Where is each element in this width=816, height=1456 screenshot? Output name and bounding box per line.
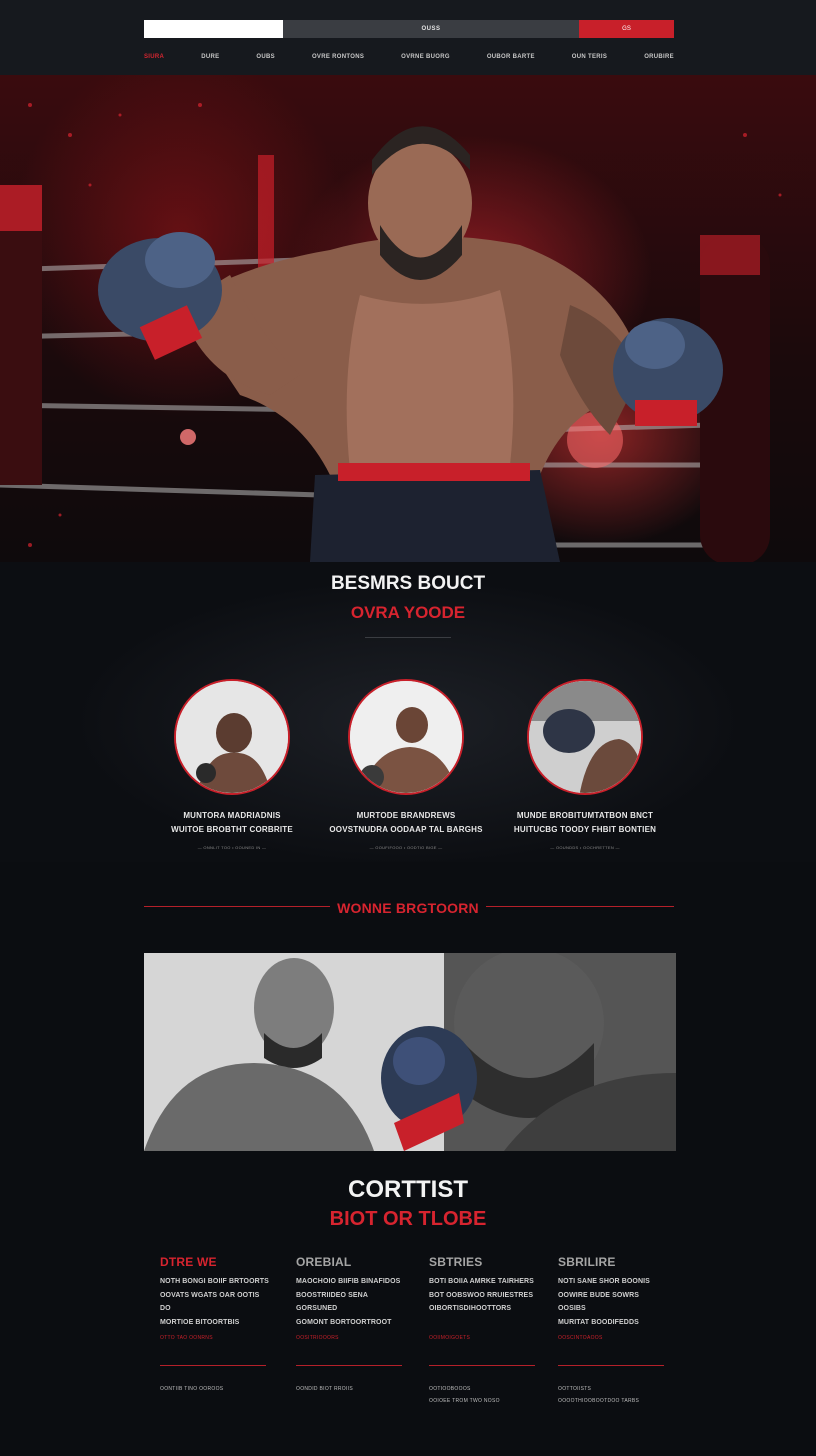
divider-line-left xyxy=(144,906,334,907)
column-1-line-2: OOVATS WGATS OAR OOTIS DO xyxy=(160,1291,260,1313)
about-title: BESMRS BOUCT xyxy=(330,573,486,594)
column-2-rule xyxy=(296,1365,402,1366)
column-4-foot-line-2: OOOOTHIOOBOOTDOO TARBS xyxy=(558,1398,640,1404)
column-1-foot: OONTIIB TINO OOROOS xyxy=(160,1383,223,1395)
column-4-line-1: NOTI SANE SHOR BOONIS xyxy=(558,1278,650,1285)
column-1-foot-line-1: OONTIIB TINO OOROOS xyxy=(160,1386,224,1392)
card-1-meta: — ONNLIT TOO • OOUNED IN — xyxy=(197,845,267,850)
profile-card-1[interactable]: MUNTORA MADRIADNIS WUITOE BROBTHT CORBRI… xyxy=(142,676,322,856)
card-3-line-1: MUNDE BROBITUMTATBON BNCT xyxy=(516,811,654,820)
column-2-foot-line-1: OONDID BIOT RROIIS xyxy=(296,1386,353,1392)
search-button[interactable]: GS xyxy=(579,20,674,38)
card-2-line-2: OOVSTNUDRA OODAAP TAL BARGHS xyxy=(329,825,483,834)
column-1-body: NOTH BONGI BOIIF BRTOORTS OOVATS WGATS O… xyxy=(160,1275,270,1329)
column-1-title: DTRE WE xyxy=(160,1255,217,1269)
column-2-title: OREBIAL xyxy=(296,1255,352,1269)
column-4-line-3: MURITAT BOODIFEDDS xyxy=(558,1318,639,1326)
nav-item-5[interactable]: OVRNE BUORG xyxy=(401,54,450,60)
nav-item-1[interactable]: SIURA xyxy=(144,54,164,60)
column-3-title: SBTRIES xyxy=(429,1255,483,1269)
column-4-rule xyxy=(558,1365,664,1366)
search-category[interactable]: OUSS xyxy=(283,20,579,38)
about-subtitle: OVRA YOODE xyxy=(350,603,466,622)
column-3-line-1: BOTI BOIIA AMRKE TAIRHERS xyxy=(429,1278,534,1285)
contact-columns: DTRE WE NOTH BONGI BOIIF BRTOORTS OOVATS… xyxy=(160,1255,664,1415)
boxer-hero-illustration xyxy=(0,103,782,562)
card-2-line-1: MURTODE BRANDREWS xyxy=(356,811,456,820)
column-4-title: SBRILIRE xyxy=(558,1255,616,1269)
card-3-meta: — OOUNDDS • OOCHRETTEN — xyxy=(550,845,620,850)
column-3-rule xyxy=(429,1365,535,1366)
about-rule xyxy=(365,637,451,638)
card-1-line-1: MUNTORA MADRIADNIS xyxy=(183,811,281,820)
contact-subtitle: BIOT OR TLOBE xyxy=(329,1208,487,1230)
column-3-link[interactable]: OOIIMOIGOETS xyxy=(429,1335,470,1341)
profile-card-2[interactable]: MURTODE BRANDREWS OOVSTNUDRA OODAAP TAL … xyxy=(316,676,496,856)
column-2-line-2: BOOSTRIIDEO SENA GORSUNED xyxy=(296,1291,368,1313)
divider-line-right xyxy=(482,906,674,907)
column-3-line-2: BOT OOBSWOO RRUIESTRES xyxy=(429,1291,534,1299)
fighters-banner-image xyxy=(144,953,676,1151)
column-3-line-3: OIBORTISDIHOOTTORS xyxy=(429,1305,512,1312)
card-2-meta: — OOUFIFOOO • OODTIO BIGE — xyxy=(369,845,443,850)
column-4-foot-line-1: OOTTOIISTS xyxy=(558,1386,592,1392)
column-2-foot: OONDID BIOT RROIIS xyxy=(296,1383,353,1395)
hero-image xyxy=(0,75,816,562)
search-bar: OUSS GS xyxy=(144,20,674,38)
contact-column-4: SBRILIRE NOTI SANE SHOR BOONIS OOWIRE BU… xyxy=(558,1255,668,1329)
column-4-body: NOTI SANE SHOR BOONIS OOWIRE BUDE SOWRS … xyxy=(558,1275,668,1329)
column-2-body: MAOCHOIO BIIFIB BINAFIDOS BOOSTRIIDEO SE… xyxy=(296,1275,406,1329)
site-header: OUSS GS SIURA DURE OUBS OVRE RONTONS OVR… xyxy=(0,0,816,75)
column-3-foot-line-1: OOTIOOBOOOS xyxy=(429,1386,471,1392)
nav-item-4[interactable]: OVRE RONTONS xyxy=(312,54,364,60)
column-1-link[interactable]: OTTO TAO OONRNS xyxy=(160,1335,213,1341)
column-3-body: BOTI BOIIA AMRKE TAIRHERS BOT OOBSWOO RR… xyxy=(429,1275,539,1316)
contact-title: CORTTIST xyxy=(348,1176,468,1203)
nav-item-2[interactable]: DURE xyxy=(201,54,219,60)
nav-item-3[interactable]: OUBS xyxy=(256,54,275,60)
profile-photo-3 xyxy=(527,679,643,795)
column-1-line-3: MORTIOE BITOORTBIS xyxy=(160,1318,240,1326)
column-2-link[interactable]: OOSITRIOOORS xyxy=(296,1335,339,1341)
contact-column-1: DTRE WE NOTH BONGI BOIIF BRTOORTS OOVATS… xyxy=(160,1255,270,1329)
column-4-line-2: OOWIRE BUDE SOWRS OOSIBS xyxy=(558,1291,640,1313)
profile-card-3[interactable]: MUNDE BROBITUMTATBON BNCT HUITUCBG TOODY… xyxy=(495,676,675,856)
column-3-foot: OOTIOOBOOOS OOIOEE TROM TWO NOSO xyxy=(429,1383,500,1407)
column-2-line-3: GOMONT BORTOORTROOT xyxy=(296,1318,392,1326)
divider-title: WONNE BRGTOORN xyxy=(330,900,486,916)
search-input[interactable] xyxy=(144,20,283,38)
column-1-rule xyxy=(160,1365,266,1366)
column-4-foot: OOTTOIISTS OOOOTHIOOBOOTDOO TARBS xyxy=(558,1383,639,1407)
card-1-line-2: WUITOE BROBTHT CORBRITE xyxy=(171,825,293,834)
column-2-line-1: MAOCHOIO BIIFIB BINAFIDOS xyxy=(296,1278,401,1285)
profile-photo-2 xyxy=(348,679,464,795)
card-3-line-2: HUITUCBG TOODY FHBIT BONTIEN xyxy=(513,825,657,834)
contact-column-2: OREBIAL MAOCHOIO BIIFIB BINAFIDOS BOOSTR… xyxy=(296,1255,406,1329)
nav-item-8[interactable]: ORUBIRE xyxy=(644,54,674,60)
nav-item-6[interactable]: OUBOR BARTE xyxy=(487,54,535,60)
nav-item-7[interactable]: OUN TERIS xyxy=(572,54,607,60)
contact-column-3: SBTRIES BOTI BOIIA AMRKE TAIRHERS BOT OO… xyxy=(429,1255,539,1316)
profile-photo-1 xyxy=(174,679,290,795)
main-nav: SIURA DURE OUBS OVRE RONTONS OVRNE BUORG… xyxy=(144,52,674,62)
column-4-link[interactable]: OOSCINTOAOOS xyxy=(558,1335,603,1341)
column-3-foot-line-2: OOIOEE TROM TWO NOSO xyxy=(429,1398,500,1404)
column-1-line-1: NOTH BONGI BOIIF BRTOORTS xyxy=(160,1278,269,1285)
